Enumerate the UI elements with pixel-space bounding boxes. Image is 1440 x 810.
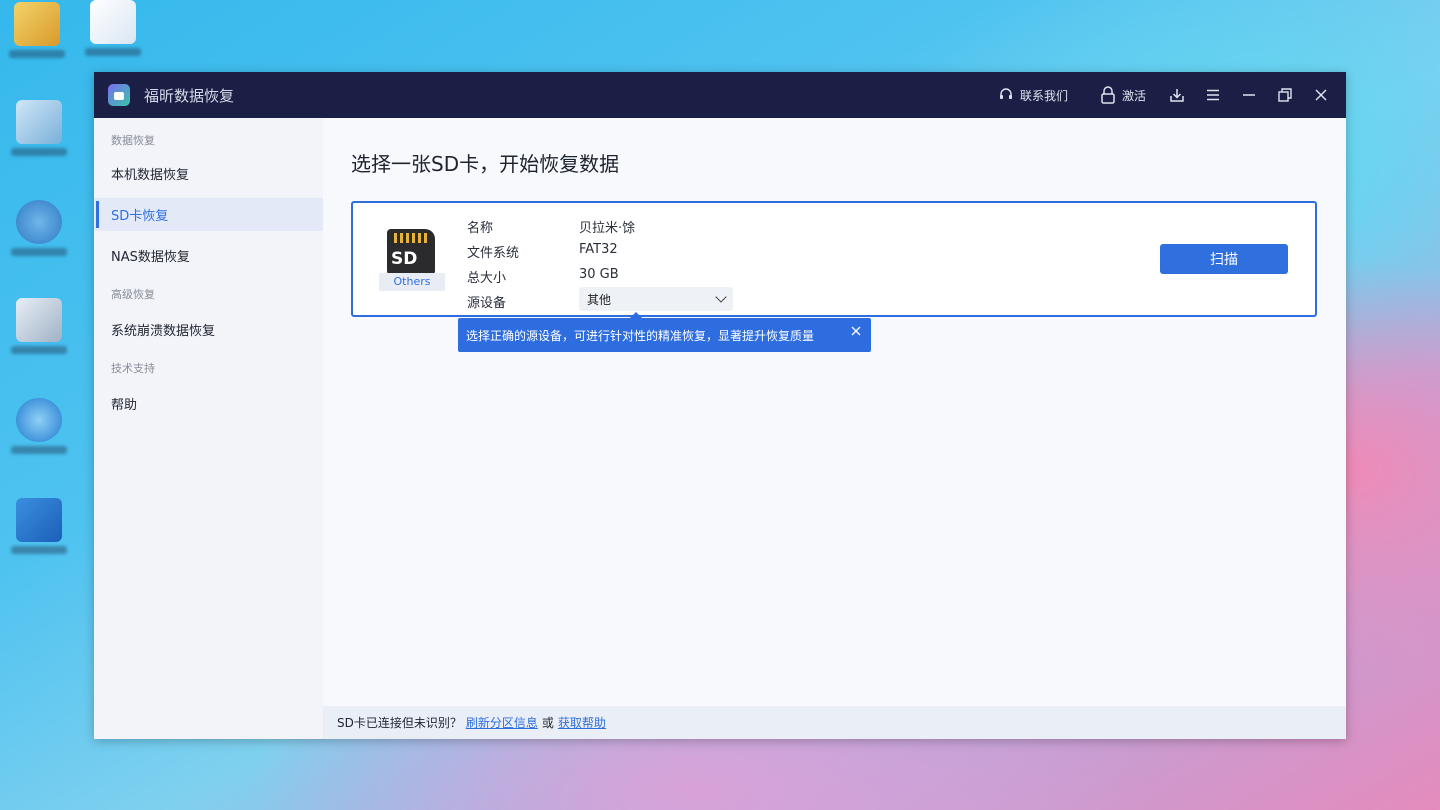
tooltip-text: 选择正确的源设备，可进行针对性的精准恢复，显著提升恢复质量 <box>466 328 815 343</box>
chevron-down-icon <box>715 291 727 303</box>
page-title: 选择一张SD卡，开始恢复数据 <box>351 152 620 176</box>
app-title: 福昕数据恢复 <box>144 86 235 105</box>
desktop-icon-caption <box>11 446 67 454</box>
desktop-icon-caption <box>9 50 65 58</box>
sidebar-item-help[interactable]: 帮助 <box>94 387 323 420</box>
sidebar: 数据恢复 本机数据恢复 SD卡恢复 NAS数据恢复 高级恢复 系统崩溃数据恢复 … <box>94 118 323 739</box>
file-system-label: 文件系统 <box>467 246 520 261</box>
sidebar-item-crash-recovery[interactable]: 系统崩溃数据恢复 <box>94 313 323 346</box>
desktop-icon-control[interactable] <box>8 498 70 554</box>
sd-device-card[interactable]: SD Others 名称 贝拉米·馀 文件系统 FAT32 总大小 30 GB … <box>351 201 1317 317</box>
sidebar-group-title: 技术支持 <box>111 362 155 375</box>
sidebar-item-sd-recovery[interactable]: SD卡恢复 <box>94 198 323 231</box>
close-button[interactable] <box>1312 86 1330 104</box>
desktop-icon-app[interactable] <box>82 0 144 56</box>
refresh-partition-link[interactable]: 刷新分区信息 <box>466 714 538 731</box>
device-type-badge: Others <box>379 273 445 291</box>
get-help-link[interactable]: 获取帮助 <box>558 714 606 731</box>
desktop-icon-caption <box>11 148 67 156</box>
main-panel: 选择一张SD卡，开始恢复数据 SD Others 名称 贝拉米·馀 文件系统 F… <box>323 118 1346 739</box>
menu-icon <box>1207 89 1219 101</box>
sd-card-icon-label: SD <box>391 249 418 269</box>
name-label: 名称 <box>467 221 494 236</box>
scan-button[interactable]: 扫描 <box>1160 244 1288 274</box>
app-window: 福昕数据恢复 联系我们 激活 数据恢复 本机数据恢复 SD卡恢复 NAS数据恢复… <box>94 72 1346 739</box>
activate-button[interactable]: 激活 <box>1100 86 1146 104</box>
source-device-tooltip: 选择正确的源设备，可进行针对性的精准恢复，显著提升恢复质量 <box>458 312 871 352</box>
desktop-icon-network[interactable] <box>8 200 70 256</box>
desktop-icon-user[interactable] <box>6 2 68 58</box>
user-folder-icon <box>14 2 60 46</box>
activate-label: 激活 <box>1121 88 1146 103</box>
desktop-icon-caption <box>85 48 141 56</box>
desktop-icon-computer[interactable] <box>8 100 70 156</box>
sidebar-group-title: 数据恢复 <box>111 134 155 147</box>
browser-icon <box>16 398 62 442</box>
headset-icon <box>999 88 1012 99</box>
total-size-label: 总大小 <box>467 271 507 286</box>
close-icon <box>851 326 861 336</box>
sidebar-item-nas-recovery[interactable]: NAS数据恢复 <box>94 239 323 272</box>
desktop-icon-ie[interactable] <box>8 398 70 454</box>
app-icon <box>90 0 136 44</box>
control-panel-icon <box>16 498 62 542</box>
computer-icon <box>16 100 62 144</box>
desktop-icon-recycle[interactable] <box>8 298 70 354</box>
footer-bar: SD卡已连接但未识别？ 刷新分区信息 或 获取帮助 <box>323 706 1346 739</box>
sd-card-pins <box>394 233 430 243</box>
menu-button[interactable] <box>1204 86 1222 104</box>
desktop-icon-caption <box>11 546 67 554</box>
restore-icon <box>1278 88 1292 102</box>
restore-button[interactable] <box>1276 86 1294 104</box>
titlebar: 福昕数据恢复 联系我们 激活 <box>94 72 1346 118</box>
sidebar-group-title: 高级恢复 <box>111 288 155 301</box>
download-icon <box>1170 89 1184 102</box>
app-logo-icon <box>108 84 130 106</box>
footer-or-text: 或 <box>541 716 554 730</box>
lock-icon <box>1101 86 1115 104</box>
source-device-value: 其他 <box>587 292 612 307</box>
minimize-icon <box>1243 94 1255 96</box>
sidebar-item-local-recovery[interactable]: 本机数据恢复 <box>94 157 323 190</box>
footer-prefix-text: SD卡已连接但未识别？ <box>337 716 462 730</box>
desktop-icon-caption <box>11 346 67 354</box>
file-system-value: FAT32 <box>579 242 618 257</box>
source-device-label: 源设备 <box>467 296 507 311</box>
close-icon <box>1315 89 1327 101</box>
sd-card-icon: SD Others <box>379 229 445 291</box>
name-value: 贝拉米·馀 <box>579 221 636 236</box>
total-size-value: 30 GB <box>579 267 619 282</box>
contact-us-button[interactable]: 联系我们 <box>998 87 1068 104</box>
download-button[interactable] <box>1168 86 1186 104</box>
tooltip-close-button[interactable] <box>849 324 863 338</box>
minimize-button[interactable] <box>1240 86 1258 104</box>
source-device-select[interactable]: 其他 <box>579 287 733 311</box>
desktop-icon-caption <box>11 248 67 256</box>
contact-us-label: 联系我们 <box>1019 88 1068 103</box>
recycle-bin-icon <box>16 298 62 342</box>
network-icon <box>16 200 62 244</box>
